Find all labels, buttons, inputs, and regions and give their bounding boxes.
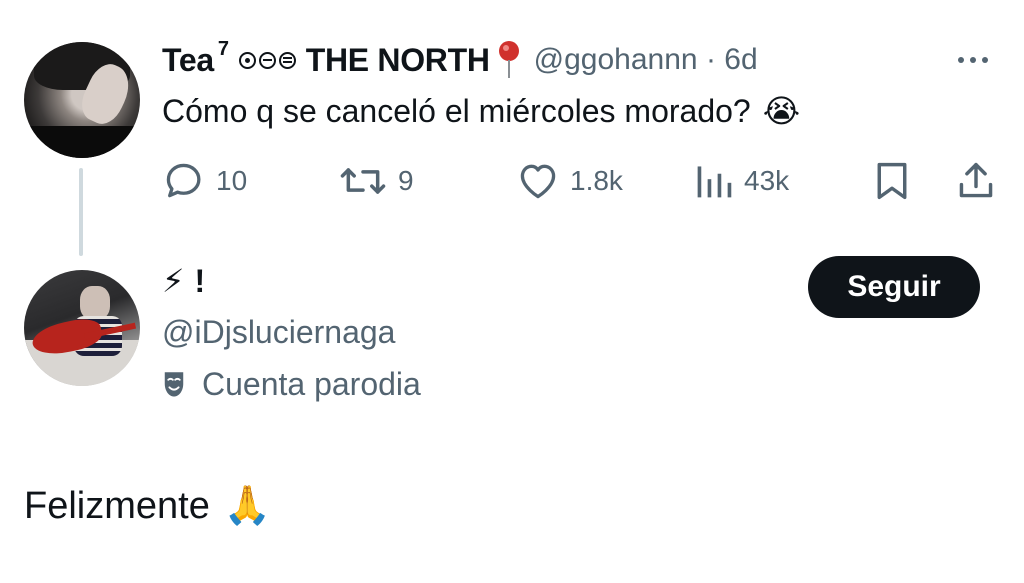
reply-display-name-text: !	[194, 262, 206, 299]
circle-symbols-icon	[238, 51, 296, 69]
crying-face-emoji: 😭	[762, 93, 801, 129]
pin-icon	[496, 40, 522, 80]
views-icon	[697, 166, 732, 198]
display-name-text: Tea	[162, 41, 214, 78]
reply-icon	[166, 163, 201, 198]
more-dot	[982, 57, 988, 63]
reply-display-name[interactable]: ⚡ !	[162, 262, 205, 300]
more-icon[interactable]	[958, 52, 998, 68]
circle-equal-icon	[278, 51, 296, 69]
tweet-text-content: Cómo q se canceló el miércoles morado?	[162, 93, 751, 129]
reply-button[interactable]: 10	[162, 158, 247, 204]
circle-minus-icon	[258, 51, 276, 69]
share-button[interactable]	[956, 158, 996, 204]
display-name[interactable]: Tea 7	[162, 38, 229, 79]
avatar[interactable]	[24, 42, 140, 158]
views-count: 43k	[744, 165, 790, 196]
parody-text: Cuenta parodia	[202, 366, 421, 402]
tweet-header: Tea 7 THE NORTH @ggohannn · 6d	[162, 36, 758, 84]
lightning-emoji: ⚡	[162, 263, 185, 299]
reply-text: Felizmente 🙏	[24, 478, 271, 534]
display-name-suffix: THE NORTH	[305, 41, 490, 78]
theater-mask-icon	[164, 371, 184, 397]
avatar-shirt	[24, 126, 140, 158]
reply-text-content: Felizmente	[24, 485, 210, 527]
bookmark-button[interactable]	[872, 158, 912, 204]
avatar-face	[80, 286, 110, 320]
tweet-text: Cómo q se canceló el miércoles morado? 😭	[162, 88, 800, 134]
handle-and-time[interactable]: @ggohannn · 6d	[534, 43, 758, 77]
reply-count: 10	[216, 165, 248, 196]
bookmark-icon	[877, 162, 907, 200]
like-button[interactable]: 1.8k	[516, 158, 623, 204]
retweet-count: 9	[398, 165, 414, 196]
tweet-actions: 10 9 1.8k 43k	[160, 158, 1000, 204]
thread-line	[79, 168, 83, 256]
like-icon	[520, 164, 556, 199]
more-dot	[970, 57, 976, 63]
reply-handle[interactable]: @iDjsluciernaga	[162, 314, 395, 351]
follow-button[interactable]: Seguir	[808, 256, 980, 318]
parody-label: Cuenta parodia	[162, 366, 421, 403]
folded-hands-emoji: 🙏	[223, 485, 272, 527]
retweet-button[interactable]: 9	[338, 158, 414, 204]
more-dot	[958, 57, 964, 63]
like-count: 1.8k	[570, 165, 623, 196]
views-button[interactable]: 43k	[694, 158, 789, 204]
retweet-icon	[340, 168, 386, 194]
circle-dot-icon	[238, 51, 256, 69]
share-icon	[959, 162, 993, 198]
display-name-superscript: 7	[217, 37, 229, 60]
reply-avatar[interactable]	[24, 270, 140, 386]
